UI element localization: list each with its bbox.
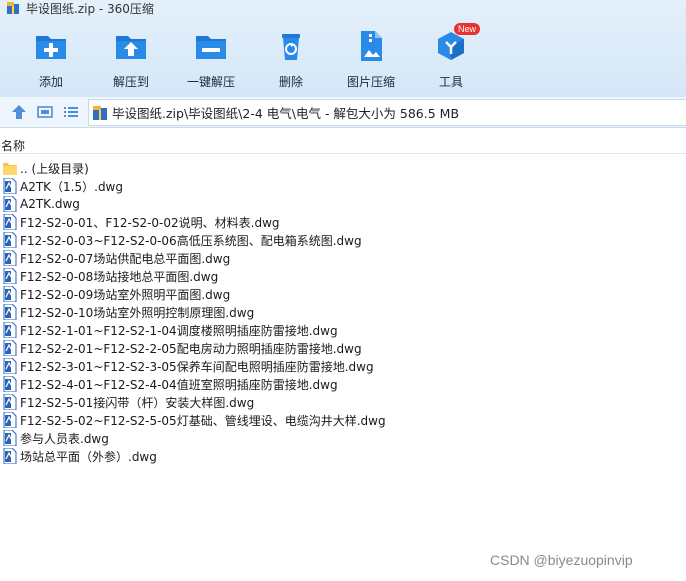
list-item[interactable]: F12-S2-0-01、F12-S2-0-02说明、材料表.dwg <box>0 213 686 231</box>
one-click-extract-icon <box>196 36 226 59</box>
recycle-bin-icon <box>282 34 300 60</box>
list-item[interactable]: F12-S2-0-07场站供配电总平面图.dwg <box>0 249 686 267</box>
list-item-label: 参与人员表.dwg <box>20 431 109 446</box>
add-label: 添加 <box>38 75 63 89</box>
list-item-label: A2TK.dwg <box>20 197 80 211</box>
list-item-label: .. (上级目录) <box>20 161 89 176</box>
extract-to-icon <box>116 36 146 59</box>
list-item[interactable]: A2TK.dwg <box>0 195 686 213</box>
column-header-name[interactable]: 名称 <box>0 137 686 154</box>
list-item[interactable]: F12-S2-4-01~F12-S2-4-04值班室照明插座防雷接地.dwg <box>0 375 686 393</box>
address-bar[interactable]: 毕设图纸.zip\毕设图纸\2-4 电气\电气 - 解包大小为 586.5 MB <box>88 99 686 126</box>
extract-to-label: 解压到 <box>112 75 149 89</box>
list-item-label: F12-S2-0-09场站室外照明平面图.dwg <box>20 287 231 302</box>
one-click-extract-label: 一键解压 <box>186 75 235 89</box>
list-item-label: F12-S2-0-01、F12-S2-0-02说明、材料表.dwg <box>20 215 280 230</box>
top-area: 毕设图纸.zip - 360压缩 添加 解压到 一键解压 删除 图片压缩 工具 … <box>0 0 686 97</box>
list-item-label: F12-S2-0-10场站室外照明控制原理图.dwg <box>20 305 255 320</box>
list-item[interactable]: 场站总平面（外参）.dwg <box>0 447 686 465</box>
dwg-file-icon <box>3 250 17 266</box>
dwg-file-icon <box>3 178 17 194</box>
new-badge: New <box>454 23 481 35</box>
dwg-file-icon <box>3 358 17 374</box>
up-arrow-icon[interactable] <box>10 103 28 121</box>
title-bar: 毕设图纸.zip - 360压缩 <box>0 0 686 16</box>
list-item-label: F12-S2-2-01~F12-S2-2-05配电房动力照明插座防雷接地.dwg <box>20 341 362 356</box>
delete-button[interactable]: 删除 <box>251 28 331 90</box>
image-compress-icon <box>361 31 382 61</box>
dwg-file-icon <box>3 304 17 320</box>
dwg-file-icon <box>3 376 17 392</box>
toolbar: 添加 解压到 一键解压 删除 图片压缩 工具 New <box>0 22 500 92</box>
list-item-label: F12-S2-1-01~F12-S2-1-04调度楼照明插座防雷接地.dwg <box>20 323 338 338</box>
list-item-label: F12-S2-0-08场站接地总平面图.dwg <box>20 269 219 284</box>
navigation-bar: 毕设图纸.zip\毕设图纸\2-4 电气\电气 - 解包大小为 586.5 MB <box>0 97 686 128</box>
list-item-label: F12-S2-3-01~F12-S2-3-05保养车间配电照明插座防雷接地.dw… <box>20 359 374 374</box>
list-item[interactable]: F12-S2-2-01~F12-S2-2-05配电房动力照明插座防雷接地.dwg <box>0 339 686 357</box>
list-item-label: 场站总平面（外参）.dwg <box>20 449 157 464</box>
watermark: CSDN @biyezuopinvip <box>490 552 633 568</box>
list-item[interactable]: F12-S2-0-03~F12-S2-0-06高低压系统图、配电箱系统图.dwg <box>0 231 686 249</box>
one-click-extract-button[interactable]: 一键解压 <box>171 28 251 90</box>
window-title: 毕设图纸.zip - 360压缩 <box>26 1 154 16</box>
dwg-file-icon <box>3 340 17 356</box>
dwg-file-icon <box>3 448 17 464</box>
tools-button[interactable]: 工具 New <box>411 23 491 90</box>
dwg-file-icon <box>3 268 17 284</box>
list-item[interactable]: F12-S2-1-01~F12-S2-1-04调度楼照明插座防雷接地.dwg <box>0 321 686 339</box>
list-item[interactable]: F12-S2-0-08场站接地总平面图.dwg <box>0 267 686 285</box>
folder-icon <box>3 163 17 175</box>
list-item[interactable]: 参与人员表.dwg <box>0 429 686 447</box>
add-icon <box>36 36 66 59</box>
list-item-label: F12-S2-4-01~F12-S2-4-04值班室照明插座防雷接地.dwg <box>20 377 338 392</box>
list-view-icon[interactable] <box>62 103 80 121</box>
delete-label: 删除 <box>278 75 303 89</box>
zip-file-icon <box>93 105 107 120</box>
thumbnail-view-icon[interactable] <box>36 103 54 121</box>
dwg-file-icon <box>3 394 17 410</box>
column-header-name-label: 名称 <box>1 139 26 153</box>
list-item[interactable]: A2TK（1.5）.dwg <box>0 177 686 195</box>
tools-label: 工具 <box>438 75 463 89</box>
list-item-label: A2TK（1.5）.dwg <box>20 179 123 194</box>
add-button[interactable]: 添加 <box>11 28 91 90</box>
image-compress-label: 图片压缩 <box>346 75 395 89</box>
dwg-file-icon <box>3 286 17 302</box>
dwg-file-icon <box>3 196 17 212</box>
list-item-parent-folder[interactable]: .. (上级目录) <box>0 159 686 177</box>
list-item[interactable]: F12-S2-5-01接闪带（杆）安装大样图.dwg <box>0 393 686 411</box>
zip-app-icon <box>7 2 19 14</box>
list-item[interactable]: F12-S2-3-01~F12-S2-3-05保养车间配电照明插座防雷接地.dw… <box>0 357 686 375</box>
extract-to-button[interactable]: 解压到 <box>91 28 171 90</box>
list-item[interactable]: F12-S2-5-02~F12-S2-5-05灯基础、管线埋设、电缆沟井大样.d… <box>0 411 686 429</box>
dwg-file-icon <box>3 412 17 428</box>
image-compress-button[interactable]: 图片压缩 <box>331 28 411 90</box>
dwg-file-icon <box>3 232 17 248</box>
list-item-label: F12-S2-5-01接闪带（杆）安装大样图.dwg <box>20 395 255 410</box>
list-item-label: F12-S2-0-03~F12-S2-0-06高低压系统图、配电箱系统图.dwg <box>20 233 362 248</box>
dwg-file-icon <box>3 322 17 338</box>
dwg-file-icon <box>3 214 17 230</box>
address-path: 毕设图纸.zip\毕设图纸\2-4 电气\电气 - 解包大小为 586.5 MB <box>112 106 460 121</box>
list-item[interactable]: F12-S2-0-09场站室外照明平面图.dwg <box>0 285 686 303</box>
dwg-file-icon <box>3 430 17 446</box>
list-item-label: F12-S2-5-02~F12-S2-5-05灯基础、管线埋设、电缆沟井大样.d… <box>20 413 386 428</box>
file-list: .. (上级目录) A2TK（1.5）.dwg A2TK.dwg F12-S2-0-… <box>0 159 686 465</box>
list-item-label: F12-S2-0-07场站供配电总平面图.dwg <box>20 251 231 266</box>
list-item[interactable]: F12-S2-0-10场站室外照明控制原理图.dwg <box>0 303 686 321</box>
